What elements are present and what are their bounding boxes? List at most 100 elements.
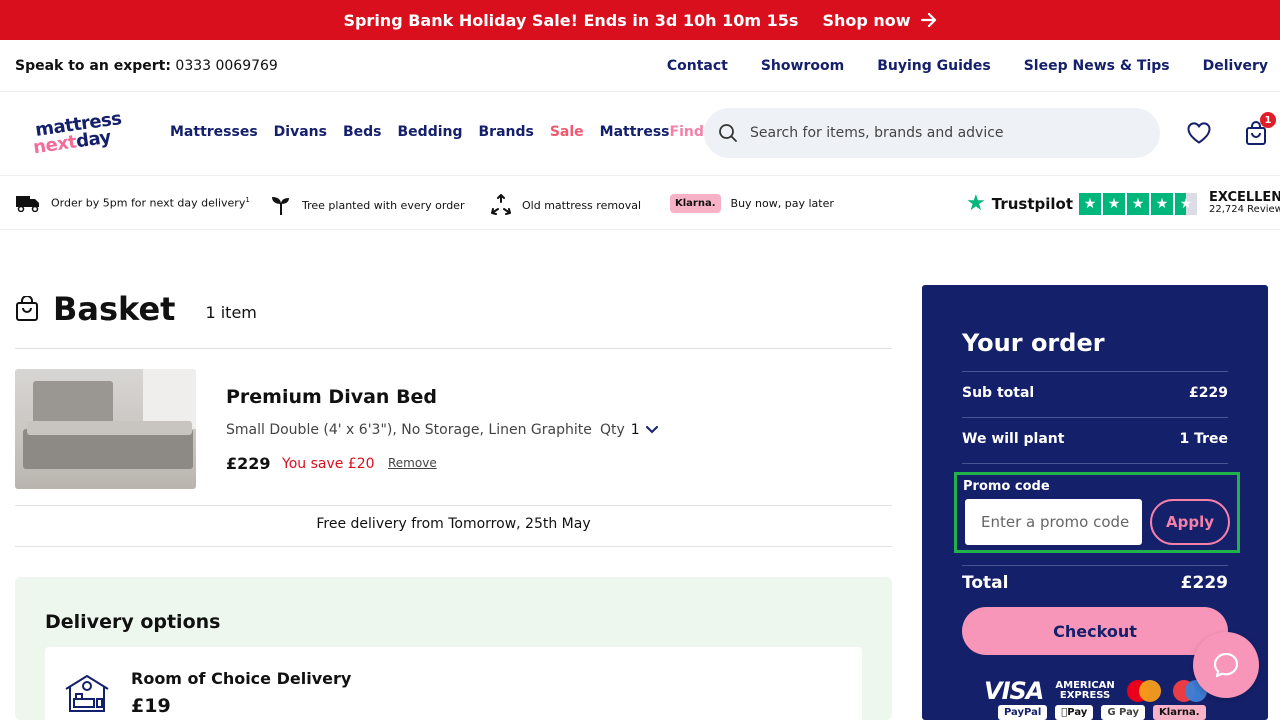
remove-item-link[interactable]: Remove — [388, 456, 437, 470]
basket-item-count: 1 item — [205, 302, 257, 322]
usp-removal-text: Old mattress removal — [522, 198, 642, 212]
star-icon: ★ — [1151, 192, 1173, 215]
usp-klarna: Klarna. Buy now, pay later — [670, 194, 834, 213]
room-delivery-icon — [65, 675, 109, 712]
paypal-logo: PayPal — [998, 705, 1048, 720]
divider — [962, 417, 1228, 418]
delivery-option-name: Room of Choice Delivery — [131, 669, 352, 688]
trustpilot-widget[interactable]: ★ Trustpilot ★ ★ ★ ★ ★ EXCELLENT 22,724 … — [966, 191, 1280, 216]
klarna-badge: Klarna. — [670, 194, 721, 213]
total-value: £229 — [1180, 573, 1228, 593]
amex-logo: AMERICAN EXPRESS — [1055, 681, 1114, 701]
promo-code-section: Promo code Apply — [954, 472, 1240, 553]
order-title: Your order — [962, 329, 1105, 357]
trustpilot-stars: ★ ★ ★ ★ ★ — [1079, 192, 1197, 215]
page-title: Basket — [53, 290, 176, 328]
divider — [15, 546, 892, 547]
chat-button[interactable] — [1193, 632, 1259, 698]
star-icon: ★ — [1103, 192, 1125, 215]
star-icon: ★ — [1127, 192, 1149, 215]
utility-bar: Speak to an expert: 0333 0069769 Contact… — [0, 40, 1280, 92]
chevron-down-icon — [645, 426, 658, 434]
subtotal-row: Sub total £229 — [962, 385, 1228, 401]
trustpilot-star-icon: ★ — [966, 191, 986, 216]
utility-links: Contact Showroom Buying Guides Sleep New… — [667, 58, 1268, 74]
klarna-logo: Klarna. — [1153, 705, 1206, 720]
usp-klarna-text: Buy now, pay later — [730, 197, 834, 210]
link-delivery[interactable]: Delivery — [1203, 58, 1268, 74]
usp-footnote: 1 — [245, 196, 250, 205]
divider — [962, 463, 1228, 464]
product-image[interactable] — [15, 369, 196, 489]
sapling-icon — [272, 197, 289, 215]
logo-word-day: day — [74, 126, 113, 153]
image-window — [143, 369, 196, 429]
free-delivery-note: Free delivery from Tomorrow, 25th May — [316, 516, 591, 532]
nav-divans[interactable]: Divans — [274, 124, 327, 140]
nav-sale[interactable]: Sale — [550, 124, 584, 140]
applepay-logo: Pay — [1055, 705, 1094, 720]
search-input[interactable] — [750, 125, 1130, 141]
star-icon: ★ — [1079, 192, 1101, 215]
qty-label: Qty — [600, 422, 625, 438]
nav-beds[interactable]: Beds — [343, 124, 382, 140]
delivery-options-title: Delivery options — [45, 611, 221, 633]
search-bar — [704, 108, 1160, 158]
image-divan-base — [23, 429, 193, 469]
basket-button[interactable]: 1 — [1244, 112, 1276, 150]
divider — [962, 565, 1228, 566]
link-showroom[interactable]: Showroom — [761, 58, 844, 74]
divider — [962, 371, 1228, 372]
nav-bedding[interactable]: Bedding — [398, 124, 463, 140]
qty-value: 1 — [630, 422, 640, 438]
amex-line-2: EXPRESS — [1059, 690, 1111, 701]
plant-row: We will plant 1 Tree — [962, 431, 1228, 447]
chat-bubble-icon — [1213, 652, 1239, 678]
basket-icon — [16, 296, 38, 321]
checkout-button[interactable]: Checkout — [962, 607, 1228, 655]
applepay-label: Pay — [1061, 707, 1087, 718]
product-price: £229 — [226, 454, 271, 473]
payment-logos-row-2: PayPal Pay G Pay Klarna. — [998, 705, 1206, 720]
usp-tree-text: Tree planted with every order — [302, 198, 465, 212]
apply-promo-button[interactable]: Apply — [1150, 499, 1230, 545]
trustpilot-review-count: 22,724 Reviews — [1209, 204, 1280, 216]
mastercard-logo — [1126, 680, 1161, 702]
promo-message: Spring Bank Holiday Sale! Ends in 3d 10h… — [343, 10, 799, 30]
product-saving: You save £20 — [282, 456, 375, 472]
delivery-truck-icon — [16, 196, 39, 212]
delivery-option-card[interactable]: Room of Choice Delivery £19 — [45, 647, 862, 720]
arrow-right-icon — [920, 13, 936, 27]
recycle-icon — [491, 194, 511, 215]
subtotal-value: £229 — [1189, 385, 1228, 401]
trustpilot-rating-word: EXCELLENT — [1209, 190, 1280, 206]
total-label: Total — [962, 573, 1009, 593]
site-logo[interactable]: mattress nextday — [31, 108, 133, 159]
product-name[interactable]: Premium Divan Bed — [226, 386, 437, 408]
logo-word-next: next — [31, 131, 78, 159]
divider — [15, 348, 892, 349]
divider — [15, 505, 892, 506]
shop-now-label: Shop now — [822, 10, 911, 30]
googlepay-logo: G Pay — [1101, 705, 1146, 720]
shop-now-link[interactable]: Shop now — [822, 11, 936, 30]
link-sleep-news[interactable]: Sleep News & Tips — [1024, 58, 1170, 74]
star-half-icon: ★ — [1175, 192, 1197, 215]
link-contact[interactable]: Contact — [667, 58, 728, 74]
quantity-select[interactable]: Qty 1 — [600, 422, 658, 438]
heart-icon[interactable] — [1186, 121, 1212, 145]
total-row: Total £229 — [962, 573, 1228, 593]
usp-tree: Tree planted with every order — [270, 194, 464, 216]
usp-next-day: Order by 5pm for next day delivery1 — [15, 194, 250, 212]
visa-logo: VISA — [984, 677, 1044, 705]
expert-phone[interactable]: 0333 0069769 — [175, 58, 277, 74]
trustpilot-name: Trustpilot — [991, 194, 1073, 213]
link-buying-guides[interactable]: Buying Guides — [877, 58, 991, 74]
nav-mattresses[interactable]: Mattresses — [170, 124, 258, 140]
promo-code-input[interactable] — [965, 499, 1142, 545]
promo-banner: Spring Bank Holiday Sale! Ends in 3d 10h… — [0, 0, 1280, 40]
nav-brands[interactable]: Brands — [479, 124, 534, 140]
delivery-options-panel: Delivery options Room of Choice Delivery… — [15, 577, 892, 720]
usp-removal: Old mattress removal — [490, 194, 641, 216]
basket-header: Basket 1 item — [15, 290, 257, 328]
